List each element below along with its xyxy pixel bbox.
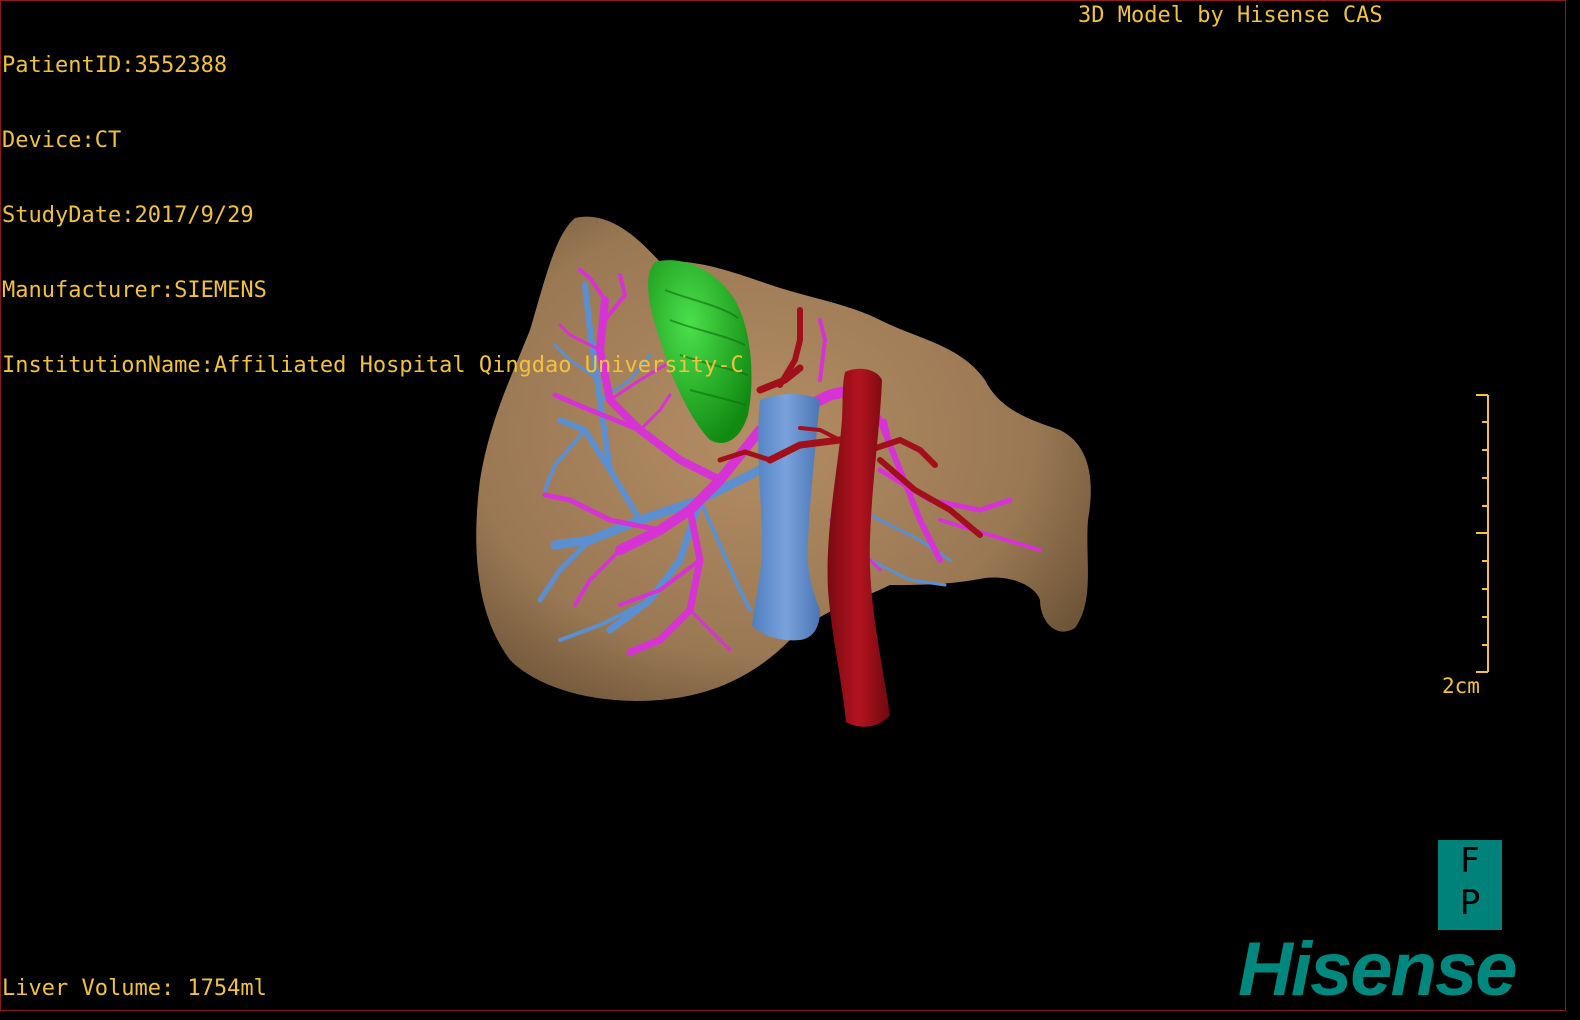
study-date-text: StudyDate:2017/9/29 xyxy=(2,203,254,228)
liver-volume-text: Liver Volume: 1754ml xyxy=(2,976,267,1001)
manufacturer-text: Manufacturer:SIEMENS xyxy=(2,278,267,303)
institution-text: InstitutionName:Affiliated Hospital Qing… xyxy=(2,353,744,378)
orientation-bottom-letter: P xyxy=(1459,883,1481,923)
orientation-marker[interactable]: F P xyxy=(1438,840,1502,930)
device-text: Device:CT xyxy=(2,128,122,153)
hisense-logo: Hisense xyxy=(1238,927,1517,1012)
orientation-top-letter: F xyxy=(1460,841,1480,881)
model-credit-text: 3D Model by Hisense CAS xyxy=(1078,3,1383,28)
dicom-info-overlay: PatientID:3552388 Device:CT StudyDate:20… xyxy=(2,3,744,403)
scale-bar xyxy=(1476,394,1489,673)
patient-id-text: PatientID:3552388 xyxy=(2,53,228,78)
scale-bar-label: 2cm xyxy=(1442,674,1480,698)
